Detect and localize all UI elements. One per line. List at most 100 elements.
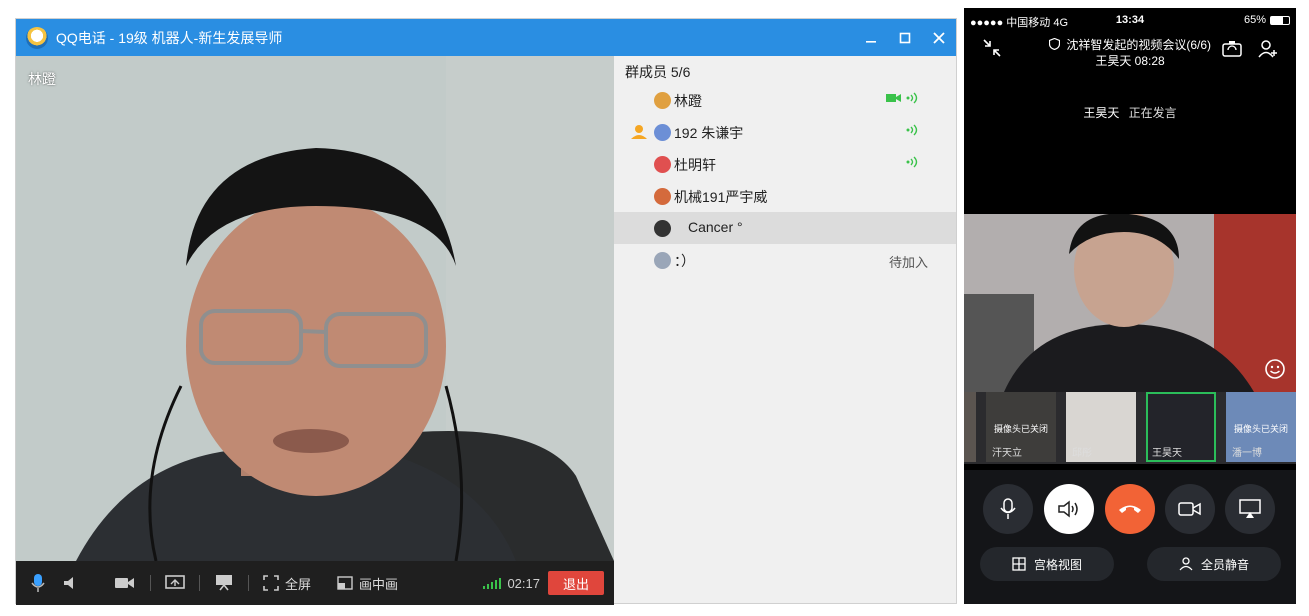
participant-strip: 摄像头已关闭 汗天立 邱彤 王昊天 摄像头已关闭 潘一博 <box>964 392 1296 464</box>
avatar <box>654 156 671 173</box>
presentation-button[interactable] <box>206 561 242 605</box>
video-camera-icon <box>1178 502 1201 516</box>
pip-label: 画中画 <box>359 576 399 592</box>
maximize-icon <box>899 32 911 43</box>
fullscreen-icon <box>263 575 279 591</box>
voice-active-icon <box>906 92 918 104</box>
pip-button[interactable]: 画中画 <box>329 561 406 605</box>
participant-thumbnail[interactable]: 王昊天 <box>1146 392 1216 462</box>
speaker-button[interactable] <box>54 561 86 605</box>
member-name: 192 朱谦宇 <box>674 125 744 141</box>
member-name: Cancer ° <box>688 219 743 235</box>
speaker-name: 林蹬 <box>28 71 56 87</box>
close-icon <box>933 31 945 44</box>
participant-name: 潘一博 <box>1232 448 1262 459</box>
screen-share-icon <box>165 575 185 589</box>
grid-view-label: 宫格视图 <box>1033 557 1082 572</box>
member-panel: 群成员 5/6 林蹬 192 朱谦宇 杜明轩 机械191严宇威 Cancer °… <box>614 56 956 603</box>
speaker-icon <box>1058 500 1078 518</box>
mute-all-icon <box>1179 557 1193 571</box>
meeting-title: 沈祥智发起的视频会议(6/6) <box>1066 38 1212 52</box>
minimize-icon <box>866 40 876 43</box>
hang-up-button[interactable] <box>1105 484 1155 534</box>
grid-icon <box>1012 557 1026 571</box>
active-speaker-video[interactable] <box>964 214 1296 392</box>
minimize-button[interactable] <box>854 19 888 56</box>
presentation-icon <box>216 575 232 591</box>
microphone-button[interactable] <box>983 484 1033 534</box>
mute-all-button[interactable]: 全员静音 <box>1147 547 1281 581</box>
mobile-meeting-screen: ●●●●● 中国移动 4G 13:34 65% 沈祥智发起的视频会议(6/6) … <box>964 8 1296 604</box>
mute-all-label: 全员静音 <box>1200 557 1249 572</box>
member-row[interactable]: Cancer ° <box>614 212 956 244</box>
status-bar: ●●●●● 中国移动 4G 13:34 65% <box>964 8 1296 32</box>
member-row[interactable]: 192 朱谦宇 <box>614 116 956 148</box>
add-person-icon <box>1258 40 1277 58</box>
member-row[interactable]: 林蹬 <box>614 84 956 116</box>
add-member-button[interactable] <box>1258 39 1278 64</box>
speaker-button[interactable] <box>1044 484 1094 534</box>
member-row[interactable]: 机械191严宇威 <box>614 180 956 212</box>
pip-icon <box>337 576 353 590</box>
participant-name: 王昊天 <box>1152 448 1182 459</box>
avatar <box>654 92 671 109</box>
participant-thumbnail[interactable] <box>964 392 976 462</box>
avatar <box>654 252 671 269</box>
member-row[interactable]: ：） 待加入 <box>614 244 956 276</box>
avatar <box>654 124 671 141</box>
video-feed <box>964 214 1296 392</box>
divider <box>150 575 151 591</box>
exit-button[interactable]: 退出 <box>548 571 604 595</box>
speaker-icon <box>64 577 73 589</box>
divider <box>248 575 249 591</box>
qq-call-window: QQ电话 - 19级 机器人-新生发展导师 林蹬 全屏 画中画 02:17 退出… <box>15 18 957 605</box>
screen-share-button[interactable] <box>1225 484 1275 534</box>
shield-icon <box>1048 37 1061 51</box>
video-on-icon <box>886 94 901 102</box>
camera-off-label: 摄像头已关闭 <box>993 424 1048 434</box>
speaking-label: 正在发言 <box>1128 106 1177 120</box>
camera-off-label: 摄像头已关闭 <box>1233 424 1288 434</box>
battery-icon <box>1270 16 1290 25</box>
switch-camera-icon <box>1222 41 1242 57</box>
maximize-button[interactable] <box>888 19 922 56</box>
screen-share-button[interactable] <box>157 561 193 605</box>
pending-status: 待加入 <box>888 255 928 270</box>
grid-view-button[interactable]: 宫格视图 <box>980 547 1114 581</box>
member-count-title: 群成员 5/6 <box>625 64 691 80</box>
fullscreen-label: 全屏 <box>285 576 312 592</box>
fullscreen-button[interactable]: 全屏 <box>255 561 319 605</box>
emoji-button[interactable] <box>1264 358 1286 385</box>
microphone-button[interactable] <box>22 561 54 605</box>
call-timer: 02:17 <box>507 575 540 591</box>
close-button[interactable] <box>922 19 956 56</box>
participant-thumbnail[interactable]: 摄像头已关闭 潘一博 <box>1226 392 1296 462</box>
divider <box>199 575 200 591</box>
participant-thumbnail[interactable]: 摄像头已关闭 汗天立 <box>986 392 1056 462</box>
camera-button[interactable] <box>1165 484 1215 534</box>
member-name: ：） <box>674 253 695 269</box>
window-title: QQ电话 - 19级 机器人-新生发展导师 <box>56 29 283 46</box>
qq-logo-icon <box>26 26 48 49</box>
signal-strength-icon <box>483 577 502 589</box>
voice-active-icon <box>906 124 918 136</box>
member-name: 杜明轩 <box>674 157 716 173</box>
participant-name: 邱彤 <box>1072 448 1092 459</box>
voice-active-icon <box>906 156 918 168</box>
call-controls: 全屏 画中画 02:17 退出 <box>16 561 614 605</box>
main-video[interactable]: 林蹬 <box>16 56 614 561</box>
hang-up-icon <box>1119 505 1141 513</box>
switch-camera-button[interactable] <box>1222 40 1242 63</box>
screen-share-icon <box>1239 499 1261 518</box>
member-name: 林蹬 <box>674 93 702 109</box>
meeting-subtitle: 王昊天 08:28 <box>1095 54 1165 68</box>
speaking-name: 王昊天 <box>1083 106 1120 120</box>
participant-thumbnail[interactable]: 邱彤 <box>1066 392 1136 462</box>
microphone-icon <box>1000 498 1016 519</box>
member-row[interactable]: 杜明轩 <box>614 148 956 180</box>
camera-button[interactable] <box>106 561 144 605</box>
video-camera-icon <box>115 578 134 588</box>
video-feed <box>16 56 614 561</box>
battery-percent: 65% <box>1243 14 1266 26</box>
smiley-icon <box>1265 359 1285 379</box>
